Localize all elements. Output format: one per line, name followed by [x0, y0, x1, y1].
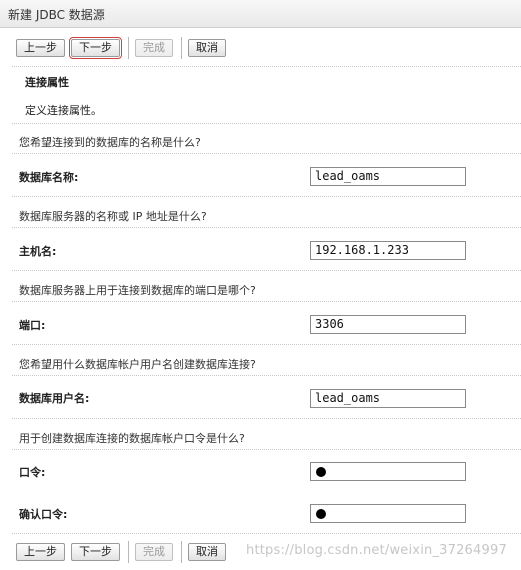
database-name-label: 数据库名称: [19, 171, 79, 184]
divider [12, 533, 521, 534]
finish-button[interactable]: 完成 [135, 543, 173, 561]
next-button[interactable]: 下一步 [71, 543, 120, 561]
divider [12, 418, 521, 419]
section-title: 连接属性 [25, 76, 69, 89]
window-title-bar: 新建 JDBC 数据源 [0, 0, 521, 28]
cancel-button[interactable]: 取消 [188, 543, 226, 561]
host-name-input[interactable]: 192.168.1.233 [310, 241, 466, 260]
window-title: 新建 JDBC 数据源 [8, 8, 105, 22]
watermark: https://blog.csdn.net/weixin_37264997 [246, 543, 507, 558]
port-question: 数据库服务器上用于连接到数据库的端口是哪个? [19, 284, 256, 297]
bottom-button-bar: 上一步 下一步 完成 取消 [16, 541, 232, 563]
divider [12, 449, 521, 450]
next-button[interactable]: 下一步 [69, 37, 122, 59]
toolbar-separator [128, 37, 129, 59]
database-name-question: 您希望连接到的数据库的名称是什么? [19, 136, 201, 149]
database-name-input[interactable]: lead_oams [310, 167, 466, 186]
divider [12, 227, 521, 228]
divider [12, 123, 521, 124]
divider [12, 270, 521, 271]
cancel-button[interactable]: 取消 [188, 39, 226, 57]
port-input[interactable]: 3306 [310, 315, 466, 334]
database-user-question: 您希望用什么数据库帐户用户名创建数据库连接? [19, 358, 256, 371]
divider [12, 196, 521, 197]
divider [12, 344, 521, 345]
host-name-label: 主机名: [19, 245, 57, 258]
toolbar-separator [181, 541, 182, 563]
finish-button[interactable]: 完成 [135, 39, 173, 57]
top-button-bar: 上一步 下一步 完成 取消 [16, 37, 232, 59]
back-button[interactable]: 上一步 [16, 543, 65, 561]
host-name-question: 数据库服务器的名称或 IP 地址是什么? [19, 210, 207, 223]
divider [12, 153, 521, 154]
divider [12, 66, 521, 67]
database-user-input[interactable]: lead_oams [310, 389, 466, 408]
password-mask-dot [316, 509, 326, 519]
toolbar-separator [128, 541, 129, 563]
back-button[interactable]: 上一步 [16, 39, 65, 57]
password-label: 口令: [19, 466, 46, 479]
password-question: 用于创建数据库连接的数据库帐户口令是什么? [19, 432, 245, 445]
divider [12, 301, 521, 302]
divider [12, 375, 521, 376]
database-user-label: 数据库用户名: [19, 392, 90, 405]
port-label: 端口: [19, 319, 46, 332]
password-mask-dot [316, 467, 326, 477]
confirm-password-label: 确认口令: [19, 508, 68, 521]
confirm-password-input[interactable] [310, 504, 466, 523]
section-description: 定义连接属性。 [25, 104, 102, 117]
toolbar-separator [181, 37, 182, 59]
password-input[interactable] [310, 462, 466, 481]
